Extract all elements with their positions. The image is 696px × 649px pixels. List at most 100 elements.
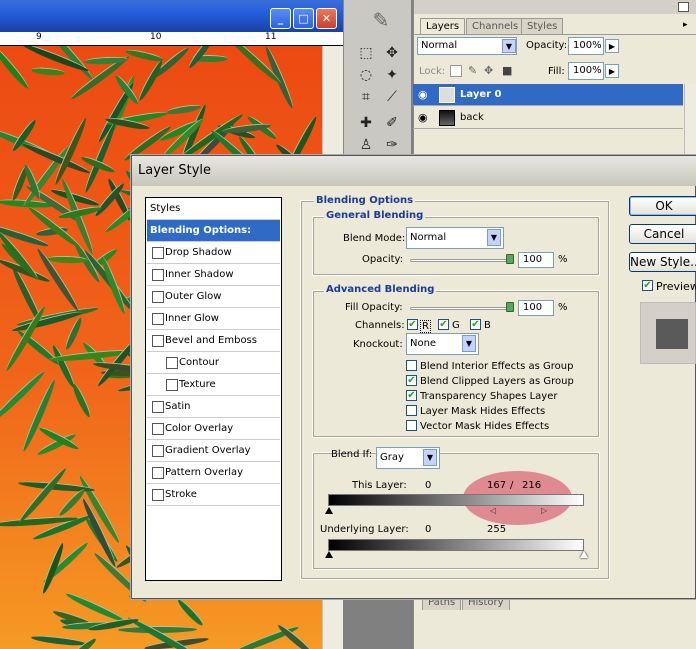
this-layer-split-low-slider[interactable]: ◁ xyxy=(490,506,496,515)
ruler-label: 9 xyxy=(36,32,42,42)
chevron-down-icon[interactable]: ▼ xyxy=(462,335,476,352)
style-item[interactable]: Inner Glow xyxy=(147,308,280,330)
lasso-tool-icon[interactable]: ◌ xyxy=(354,64,378,86)
opacity-slider[interactable] xyxy=(410,259,512,262)
layer-row-back[interactable]: ◉ back xyxy=(413,107,683,129)
style-item[interactable]: Bevel and Emboss xyxy=(147,330,280,352)
palette-close-icon[interactable] xyxy=(678,2,689,12)
layer-fill-input[interactable]: 100% xyxy=(568,62,604,80)
preview-label: Preview xyxy=(656,280,696,293)
underlying-black-slider[interactable] xyxy=(325,551,333,558)
underlying-white-slider[interactable] xyxy=(580,551,588,558)
opacity-label: Opacity: xyxy=(526,40,568,51)
advanced-option-checkbox[interactable] xyxy=(406,360,417,371)
this-layer-split-high-slider[interactable]: ▷ xyxy=(541,506,547,515)
tab-channels[interactable]: Channels xyxy=(466,18,525,34)
channel-g-checkbox[interactable]: ✔ xyxy=(438,319,449,330)
fill-arrow-icon[interactable]: ▶ xyxy=(605,64,619,78)
opacity-slider-thumb[interactable] xyxy=(506,254,514,264)
new-style-label: New Style... xyxy=(630,255,696,269)
clone-stamp-tool-icon[interactable]: ♙ xyxy=(354,134,378,156)
advanced-option-checkbox[interactable]: ✔ xyxy=(406,375,417,386)
styles-list-header[interactable]: Styles xyxy=(147,198,280,220)
style-checkbox[interactable] xyxy=(166,379,178,391)
style-checkbox[interactable] xyxy=(152,291,164,303)
lock-transparency-icon[interactable] xyxy=(450,65,462,77)
fill-opacity-slider[interactable] xyxy=(410,307,512,310)
style-item[interactable]: Blending Options: Custom xyxy=(147,220,280,257)
style-checkbox[interactable] xyxy=(152,269,164,281)
advanced-option-checkbox[interactable] xyxy=(406,420,417,431)
document-titlebar[interactable] xyxy=(0,0,343,32)
style-checkbox[interactable] xyxy=(152,467,164,479)
advanced-option-checkbox[interactable] xyxy=(406,405,417,416)
advanced-option-checkbox[interactable]: ✔ xyxy=(406,390,417,401)
magic-wand-tool-icon[interactable]: ✦ xyxy=(380,64,404,86)
fill-opacity-slider-thumb[interactable] xyxy=(506,302,514,312)
layers-scrollbar[interactable] xyxy=(684,84,696,160)
preview-checkbox[interactable]: ✔ xyxy=(642,280,653,291)
dialog-title[interactable]: Layer Style xyxy=(132,156,696,186)
style-item[interactable]: Inner Shadow xyxy=(147,264,280,286)
opacity-arrow-icon[interactable]: ▶ xyxy=(605,39,619,53)
chevron-down-icon[interactable]: ▼ xyxy=(487,229,501,246)
style-item[interactable]: Texture xyxy=(147,374,280,396)
marquee-tool-icon[interactable]: ⬚ xyxy=(354,42,378,64)
slice-tool-icon[interactable]: ⟋ xyxy=(380,86,404,108)
layer-name: back xyxy=(460,112,484,123)
brush-tool-icon[interactable]: ✐ xyxy=(380,112,404,134)
style-item[interactable]: Contour xyxy=(147,352,280,374)
cancel-button[interactable]: Cancel xyxy=(629,224,696,244)
underlying-layer-label: Underlying Layer: xyxy=(320,524,409,535)
tab-styles[interactable]: Styles xyxy=(521,18,564,34)
chevron-down-icon[interactable]: ▼ xyxy=(423,449,437,466)
style-item[interactable]: Color Overlay xyxy=(147,418,280,440)
move-tool-icon[interactable]: ✥ xyxy=(380,42,404,64)
layer-thumbnail xyxy=(439,87,455,103)
style-checkbox[interactable] xyxy=(152,401,164,413)
style-checkbox[interactable] xyxy=(152,313,164,325)
style-item-label: Inner Shadow xyxy=(165,269,234,280)
maximize-button[interactable]: □ xyxy=(293,8,314,29)
style-item[interactable]: Pattern Overlay xyxy=(147,462,280,484)
fill-label: Fill: xyxy=(548,66,565,77)
underlying-layer-gradient xyxy=(328,539,584,551)
channel-r-checkbox[interactable]: ✔ xyxy=(407,319,418,330)
opacity-input[interactable]: 100 xyxy=(518,252,554,268)
lock-paint-icon[interactable]: ✎ xyxy=(468,64,477,77)
style-item[interactable]: Outer Glow xyxy=(147,286,280,308)
layer-row-layer-0[interactable]: ◉ Layer 0 xyxy=(413,84,683,106)
style-item[interactable]: Stroke xyxy=(147,484,280,506)
lock-move-icon[interactable]: ✥ xyxy=(484,64,493,77)
style-checkbox[interactable] xyxy=(152,445,164,457)
layer-opacity-input[interactable]: 100% xyxy=(568,37,604,55)
lock-all-icon[interactable]: ■ xyxy=(502,64,512,77)
channel-b-checkbox[interactable]: ✔ xyxy=(470,319,481,330)
close-button[interactable]: ✕ xyxy=(316,8,337,29)
this-layer-black-slider[interactable] xyxy=(325,507,333,514)
crop-tool-icon[interactable]: ⌗ xyxy=(354,86,378,108)
palette-menu-icon[interactable]: ▸ xyxy=(683,20,693,30)
healing-brush-tool-icon[interactable]: ✚ xyxy=(354,112,378,134)
style-checkbox[interactable] xyxy=(166,357,178,369)
eye-icon[interactable]: ◉ xyxy=(418,107,428,129)
style-item[interactable]: Satin xyxy=(147,396,280,418)
ok-button[interactable]: OK xyxy=(629,196,696,216)
opacity-value: 100 xyxy=(523,254,543,265)
style-checkbox[interactable] xyxy=(152,247,164,259)
style-item[interactable]: Drop Shadow xyxy=(147,242,280,264)
palette-titlebar[interactable] xyxy=(414,0,696,14)
chevron-down-icon[interactable]: ▼ xyxy=(502,39,516,53)
style-checkbox[interactable] xyxy=(152,423,164,435)
fill-opacity-input[interactable]: 100 xyxy=(518,300,554,316)
eye-icon[interactable]: ◉ xyxy=(418,84,428,106)
style-checkbox[interactable] xyxy=(152,489,164,501)
new-style-button[interactable]: New Style... xyxy=(629,252,696,272)
maximize-icon: □ xyxy=(298,12,309,25)
minimize-button[interactable]: _ xyxy=(270,8,291,29)
tab-layers[interactable]: Layers xyxy=(420,18,466,34)
style-checkbox[interactable] xyxy=(152,335,164,347)
history-brush-tool-icon[interactable]: ✑ xyxy=(380,134,404,156)
style-item[interactable]: Gradient Overlay xyxy=(147,440,280,462)
general-blending-title: General Blending xyxy=(324,210,426,221)
